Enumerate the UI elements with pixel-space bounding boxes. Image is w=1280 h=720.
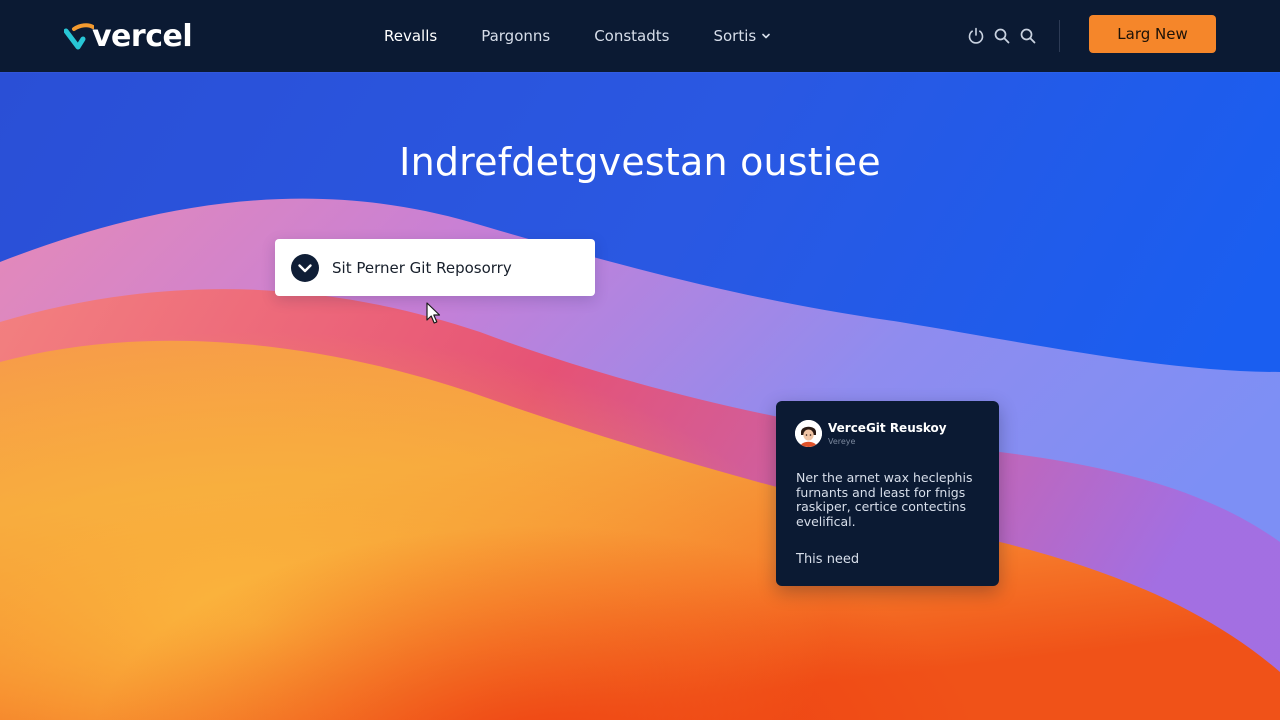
chevron-down-icon	[762, 33, 771, 39]
nav-divider	[1059, 20, 1060, 52]
logo-text: vercel	[92, 18, 193, 54]
nav-icon-group	[966, 24, 1044, 48]
search-icon[interactable]	[992, 26, 1012, 46]
info-card-subtitle: Vereye	[828, 437, 856, 446]
mouse-cursor-icon	[426, 302, 441, 324]
info-card-description: Ner the arnet wax heclephis furnants and…	[796, 470, 973, 529]
repository-info-card[interactable]: VerceGit Reuskoy Vereye Ner the arnet wa…	[776, 401, 999, 586]
chevron-check-icon	[291, 253, 319, 282]
power-icon[interactable]	[966, 26, 986, 46]
nav-item-sortis[interactable]: Sortis	[713, 27, 771, 45]
nav-item-constadts[interactable]: Constadts	[594, 27, 669, 45]
nav-item-sortis-label: Sortis	[713, 27, 757, 45]
avatar	[795, 420, 822, 447]
logo-mark-icon	[64, 23, 94, 50]
main-nav: Revalls Pargonns Constadts Sortis	[384, 22, 815, 50]
avatar-face-icon	[795, 420, 822, 447]
info-card-title: VerceGit Reuskoy	[828, 421, 947, 435]
info-card-footer: This need	[796, 552, 860, 567]
cta-button[interactable]: Larg New	[1089, 15, 1216, 53]
vercel-logo[interactable]: vercel	[64, 14, 193, 58]
repository-select[interactable]: Sit Perner Git Reposorry	[275, 239, 595, 296]
top-navbar: vercel Revalls Pargonns Constadts Sortis…	[0, 0, 1280, 72]
nav-item-pargonns[interactable]: Pargonns	[481, 27, 550, 45]
nav-item-revalls[interactable]: Revalls	[384, 27, 437, 45]
search-icon[interactable]	[1018, 26, 1038, 46]
repository-select-label: Sit Perner Git Reposorry	[332, 258, 512, 277]
page-title: Indrefdetgvestan oustiee	[399, 140, 881, 184]
